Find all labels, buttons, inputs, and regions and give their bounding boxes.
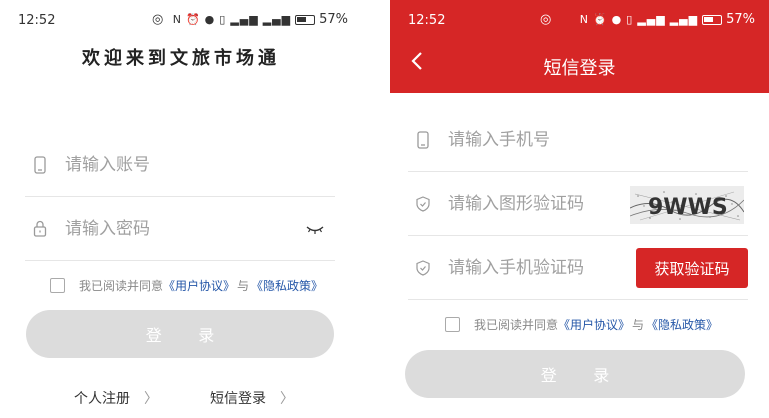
- password-input[interactable]: [65, 218, 265, 239]
- sms-login-link-label: 短信登录: [210, 391, 266, 407]
- captcha-input[interactable]: [448, 193, 648, 214]
- sms-login-screen: 12:52 ◎ N ⏰ ● ▯ ▂▄▆ ▂▄▆ 57% 短信登录 请输入手机号 …: [390, 0, 769, 418]
- signal-icon-2: ▂▄▆: [669, 13, 699, 26]
- page-title: 欢迎来到文旅市场通: [82, 48, 280, 69]
- location-icon: ●: [204, 13, 216, 26]
- agreement-checkbox[interactable]: [50, 278, 65, 293]
- sms-code-field[interactable]: 获取验证码: [408, 236, 748, 300]
- agreement-and: 与: [237, 279, 250, 293]
- sync-icon: ◎: [540, 12, 552, 27]
- agreement-row: 我已阅读并同意 《用户协议》 与 《隐私政策》: [445, 316, 718, 333]
- page-title: 短信登录: [543, 58, 616, 79]
- nfc-icon: N: [172, 13, 182, 26]
- eye-closed-icon[interactable]: [305, 219, 325, 239]
- agreement-row: 我已阅读并同意 《用户协议》 与 《隐私政策》: [50, 277, 323, 294]
- captcha-image[interactable]: 9WWS: [630, 186, 744, 224]
- phone-icon: [408, 130, 438, 149]
- account-field[interactable]: [25, 133, 335, 197]
- signal-icon: ▂▄▆: [230, 13, 259, 26]
- lock-icon: [25, 220, 55, 237]
- nfc-icon: N: [579, 13, 589, 26]
- account-input[interactable]: [65, 154, 265, 175]
- battery-icon: [295, 14, 316, 25]
- phone-field[interactable]: [408, 108, 748, 172]
- location-icon: ●: [611, 13, 623, 26]
- captcha-text: 9WWS: [648, 195, 728, 220]
- login-button[interactable]: 登 录: [405, 350, 745, 398]
- agreement-checkbox[interactable]: [445, 317, 460, 332]
- privacy-policy-link[interactable]: 《隐私政策》: [646, 316, 718, 333]
- login-button[interactable]: 登 录: [26, 310, 334, 358]
- agreement-prefix: 我已阅读并同意: [79, 279, 164, 293]
- battery-percent: 57%: [319, 12, 348, 27]
- sms-code-input[interactable]: [448, 257, 648, 278]
- user-agreement-link[interactable]: 《用户协议》: [163, 277, 235, 294]
- phone-input[interactable]: [448, 129, 648, 150]
- user-agreement-link[interactable]: 《用户协议》: [558, 316, 630, 333]
- status-icons: N ⏰ ● ▯ ▂▄▆ ▂▄▆ 57%: [580, 12, 755, 27]
- vibrate-icon: ▯: [219, 13, 227, 26]
- register-link[interactable]: 个人注册 〉: [74, 388, 158, 408]
- phone-icon: [25, 155, 55, 174]
- sync-icon: ◎: [152, 12, 164, 27]
- register-link-label: 个人注册: [74, 391, 130, 407]
- password-field[interactable]: [25, 197, 335, 261]
- agreement-prefix: 我已阅读并同意: [474, 318, 559, 332]
- chevron-right-icon: 〉: [280, 391, 294, 407]
- chevron-right-icon: 〉: [144, 391, 158, 407]
- battery-percent: 57%: [726, 12, 755, 27]
- status-time: 12:52: [18, 13, 56, 28]
- alarm-icon: ⏰: [592, 13, 608, 26]
- shield-check-icon: [408, 259, 438, 276]
- agreement-and: 与: [632, 318, 645, 332]
- alarm-icon: ⏰: [185, 13, 201, 26]
- sms-login-link[interactable]: 短信登录 〉: [210, 388, 294, 408]
- get-code-button[interactable]: 获取验证码: [636, 248, 748, 288]
- privacy-policy-link[interactable]: 《隐私政策》: [251, 277, 323, 294]
- status-icons: N ⏰ ● ▯ ▂▄▆ ▂▄▆ 57%: [173, 12, 348, 27]
- signal-icon-2: ▂▄▆: [262, 13, 292, 26]
- status-bar: 12:52 ◎ N ⏰ ● ▯ ▂▄▆ ▂▄▆ 57%: [390, 0, 769, 40]
- shield-check-icon: [408, 195, 438, 212]
- signal-icon: ▂▄▆: [637, 13, 666, 26]
- battery-icon: [702, 14, 723, 25]
- status-bar: 12:52 ◎ N ⏰ ● ▯ ▂▄▆ ▂▄▆ 57%: [0, 0, 362, 40]
- status-time: 12:52: [408, 13, 446, 28]
- account-login-screen: 12:52 ◎ N ⏰ ● ▯ ▂▄▆ ▂▄▆ 57% 欢迎来到文旅市场通 我已…: [0, 0, 362, 418]
- vibrate-icon: ▯: [626, 13, 634, 26]
- captcha-field[interactable]: 9WWS: [408, 172, 748, 236]
